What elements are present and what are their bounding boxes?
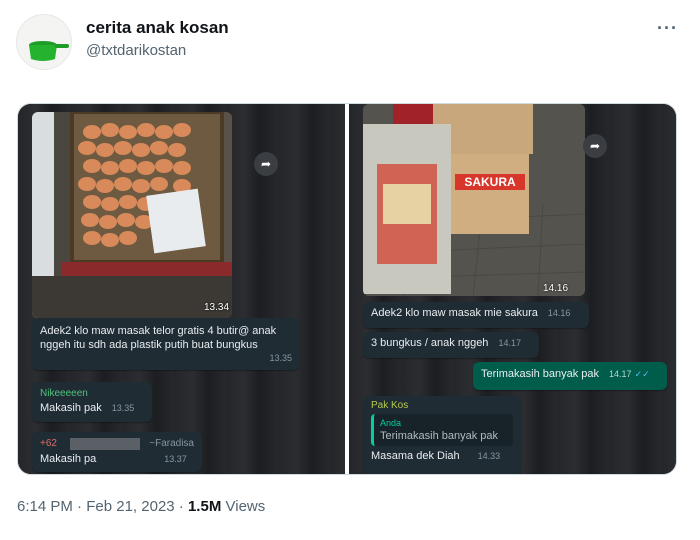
tweet-meta: 6:14 PM · Feb 21, 2023 · 1.5M Views [17, 498, 265, 515]
separator-dot: · [77, 498, 83, 515]
photo-timestamp: 14.16 [543, 283, 569, 294]
box-brand-text: SAKURA [464, 175, 516, 189]
photo-timestamp: 13.34 [204, 302, 230, 313]
message-text: Adek2 klo maw masak mie sakura [371, 307, 538, 319]
avatar[interactable] [16, 14, 72, 70]
read-receipt-icon: ✓✓ [634, 369, 650, 379]
message-text: 3 bungkus / anak nggeh [371, 337, 489, 349]
sender-alias: ~Faradisa [149, 438, 194, 449]
message-time: 14.33 [477, 451, 501, 461]
message-text: Makasih pa [40, 453, 97, 465]
message-time: 14.17 [609, 369, 632, 379]
chat-message[interactable]: Adek2 klo maw masak telor gratis 4 butir… [32, 318, 300, 370]
chat-message-outgoing[interactable]: Terimakasih banyak pak 14.17 ✓✓ [473, 362, 667, 390]
message-text: Makasih pak [40, 402, 102, 414]
more-horizontal-icon[interactable]: ··· [657, 18, 678, 39]
separator-dot: · [178, 498, 184, 515]
chat-message[interactable]: +62 ~Faradisa Makasih pa 13.37 [32, 432, 202, 472]
share-icon[interactable]: ➦ [583, 134, 607, 158]
message-text: Adek2 klo maw masak telor gratis 4 butir… [40, 325, 277, 351]
display-name[interactable]: cerita anak kosan [86, 18, 229, 38]
message-text: Masama dek Diah [371, 450, 460, 462]
tweet-media[interactable]: ➦ 13.34 Adek2 klo maw masak telor gratis… [17, 103, 677, 475]
quote-text: Terimakasih banyak pak [380, 430, 499, 442]
message-time: 13.37 [164, 454, 187, 464]
chat-message[interactable]: Adek2 klo maw masak mie sakura 14.16 [363, 302, 589, 328]
views-label: Views [225, 498, 266, 515]
message-text: Terimakasih banyak pak [481, 368, 600, 380]
message-time: 13.35 [269, 353, 292, 363]
quoted-message[interactable]: Anda Terimakasih banyak pak [371, 414, 513, 446]
sender-name: +62 [40, 438, 57, 449]
green-pot-icon [17, 15, 71, 69]
chat-message[interactable]: Pak Kos Anda Terimakasih banyak pak Masa… [363, 396, 521, 474]
quote-author: Anda [380, 418, 402, 428]
user-handle[interactable]: @txtdarikostan [86, 42, 186, 59]
egg-crate-photo[interactable] [32, 112, 232, 318]
message-time: 14.17 [498, 338, 521, 348]
tweet-time[interactable]: 6:14 PM [17, 498, 73, 515]
views-count[interactable]: 1.5M [188, 498, 221, 515]
redacted-number [70, 438, 141, 450]
message-time: 14.16 [547, 308, 571, 318]
media-image-right[interactable]: SAKURA ➦ 14.16 Adek2 klo maw masak mie s… [349, 104, 676, 474]
chat-message[interactable]: 3 bungkus / anak nggeh 14.17 [363, 332, 539, 358]
chat-message[interactable]: Nikeeeeen Makasih pak 13.35 [32, 382, 152, 422]
sender-name: Nikeeeeen [40, 388, 88, 399]
tweet-date[interactable]: Feb 21, 2023 [86, 498, 174, 515]
share-icon[interactable]: ➦ [254, 152, 278, 176]
message-time: 13.35 [111, 403, 135, 413]
sender-name: Pak Kos [371, 400, 409, 411]
noodle-box-illustration: SAKURA [363, 104, 585, 296]
egg-crate-illustration [32, 112, 232, 318]
media-image-left[interactable]: ➦ 13.34 Adek2 klo maw masak telor gratis… [18, 104, 345, 474]
sakura-noodle-photo[interactable]: SAKURA [363, 104, 585, 296]
